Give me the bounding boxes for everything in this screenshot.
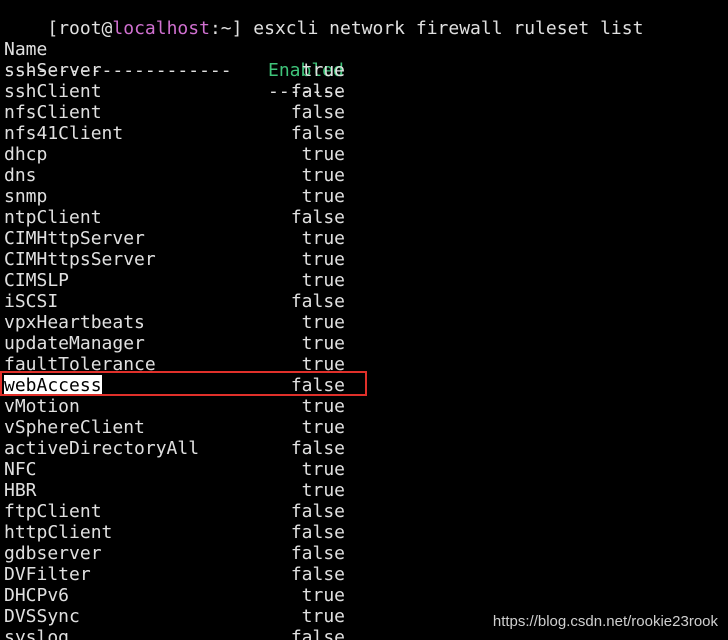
rule-name: syslog xyxy=(4,627,70,640)
rule-name: CIMHttpServer xyxy=(4,228,145,249)
header-divider: --------------------- ------- xyxy=(4,39,728,102)
table-row: NFC true xyxy=(4,459,728,480)
rule-name: updateManager xyxy=(4,333,145,354)
rule-enabled: true xyxy=(301,144,345,165)
table-row: CIMSLP true xyxy=(4,270,728,291)
table-row: nfsClient false xyxy=(4,102,728,123)
rule-enabled: true xyxy=(301,312,345,333)
table-row: ftpClient false xyxy=(4,501,728,522)
rule-name: ftpClient xyxy=(4,501,102,522)
table-row: DVFilter false xyxy=(4,564,728,585)
rule-name: sshClient xyxy=(4,81,102,102)
rule-enabled: true xyxy=(301,333,345,354)
rule-enabled: true xyxy=(301,606,345,627)
rule-enabled: false xyxy=(290,543,345,564)
rule-name: vpxHeartbeats xyxy=(4,312,145,333)
rule-enabled: true xyxy=(301,165,345,186)
rule-name: DVSSync xyxy=(4,606,80,627)
table-row: vSphereClient true xyxy=(4,417,728,438)
table-row: DHCPv6 true xyxy=(4,585,728,606)
table-row: dns true xyxy=(4,165,728,186)
table-row: snmp true xyxy=(4,186,728,207)
rule-name: faultTolerance xyxy=(4,354,156,375)
rule-name: webAccess xyxy=(4,375,102,396)
rule-enabled: true xyxy=(301,585,345,606)
rule-enabled: false xyxy=(290,438,345,459)
rule-name: httpClient xyxy=(4,522,113,543)
table-row: dhcp true xyxy=(4,144,728,165)
rule-enabled: true xyxy=(301,354,345,375)
rule-name: vMotion xyxy=(4,396,80,417)
table-row: CIMHttpsServer true xyxy=(4,249,728,270)
table-row: nfs41Client false xyxy=(4,123,728,144)
rule-enabled: true xyxy=(301,60,345,81)
rule-enabled: true xyxy=(301,480,345,501)
table-row: vpxHeartbeats true xyxy=(4,312,728,333)
rule-enabled: false xyxy=(290,627,345,640)
rule-enabled: false xyxy=(290,291,345,312)
rule-enabled: true xyxy=(301,417,345,438)
rule-enabled: false xyxy=(290,522,345,543)
rule-enabled: true xyxy=(301,228,345,249)
rule-enabled: false xyxy=(290,564,345,585)
rule-enabled: false xyxy=(290,123,345,144)
rule-name: nfsClient xyxy=(4,102,102,123)
table-row: iSCSI false xyxy=(4,291,728,312)
rule-name: gdbserver xyxy=(4,543,102,564)
rule-name: ntpClient xyxy=(4,207,102,228)
table-row: sshServer true xyxy=(4,60,728,81)
rule-enabled: false xyxy=(290,375,345,396)
rule-name: nfs41Client xyxy=(4,123,124,144)
rule-name: NFC xyxy=(4,459,37,480)
rule-name: vSphereClient xyxy=(4,417,145,438)
table-row: gdbserver false xyxy=(4,543,728,564)
rule-name: dns xyxy=(4,165,37,186)
rule-enabled: true xyxy=(301,270,345,291)
table-row: faultTolerance true xyxy=(4,354,728,375)
table-row: httpClient false xyxy=(4,522,728,543)
table-row: sshClient false xyxy=(4,81,728,102)
rule-name: activeDirectoryAll xyxy=(4,438,200,459)
prompt-line: [root@localhost:~] esxcli network firewa… xyxy=(4,0,728,39)
table-row: webAccess false xyxy=(4,375,728,396)
terminal-window[interactable]: [root@localhost:~] esxcli network firewa… xyxy=(4,0,728,640)
rule-name: sshServer xyxy=(4,60,102,81)
rule-enabled: false xyxy=(290,501,345,522)
rule-name: dhcp xyxy=(4,144,48,165)
rule-enabled: true xyxy=(301,249,345,270)
rule-name: DHCPv6 xyxy=(4,585,70,606)
table-row: CIMHttpServer true xyxy=(4,228,728,249)
rule-enabled: false xyxy=(290,207,345,228)
rule-name: CIMHttpsServer xyxy=(4,249,156,270)
table-row: updateManager true xyxy=(4,333,728,354)
rule-enabled: false xyxy=(290,81,345,102)
ruleset-list: sshServer true sshClient false nfsClient fals… xyxy=(4,60,728,640)
watermark: https://blog.csdn.net/rookie23rook xyxy=(492,613,718,630)
table-row: ntpClient false xyxy=(4,207,728,228)
rule-name: HBR xyxy=(4,480,37,501)
table-row: vMotion true xyxy=(4,396,728,417)
rule-name: CIMSLP xyxy=(4,270,70,291)
rule-name: DVFilter xyxy=(4,564,91,585)
rule-name: snmp xyxy=(4,186,48,207)
rule-enabled: true xyxy=(301,459,345,480)
rule-enabled: true xyxy=(301,186,345,207)
rule-name: iSCSI xyxy=(4,291,59,312)
header-line: Name Enabled xyxy=(4,18,728,81)
rule-enabled: false xyxy=(290,102,345,123)
rule-enabled: true xyxy=(301,396,345,417)
table-row: activeDirectoryAll false xyxy=(4,438,728,459)
table-row: HBR true xyxy=(4,480,728,501)
